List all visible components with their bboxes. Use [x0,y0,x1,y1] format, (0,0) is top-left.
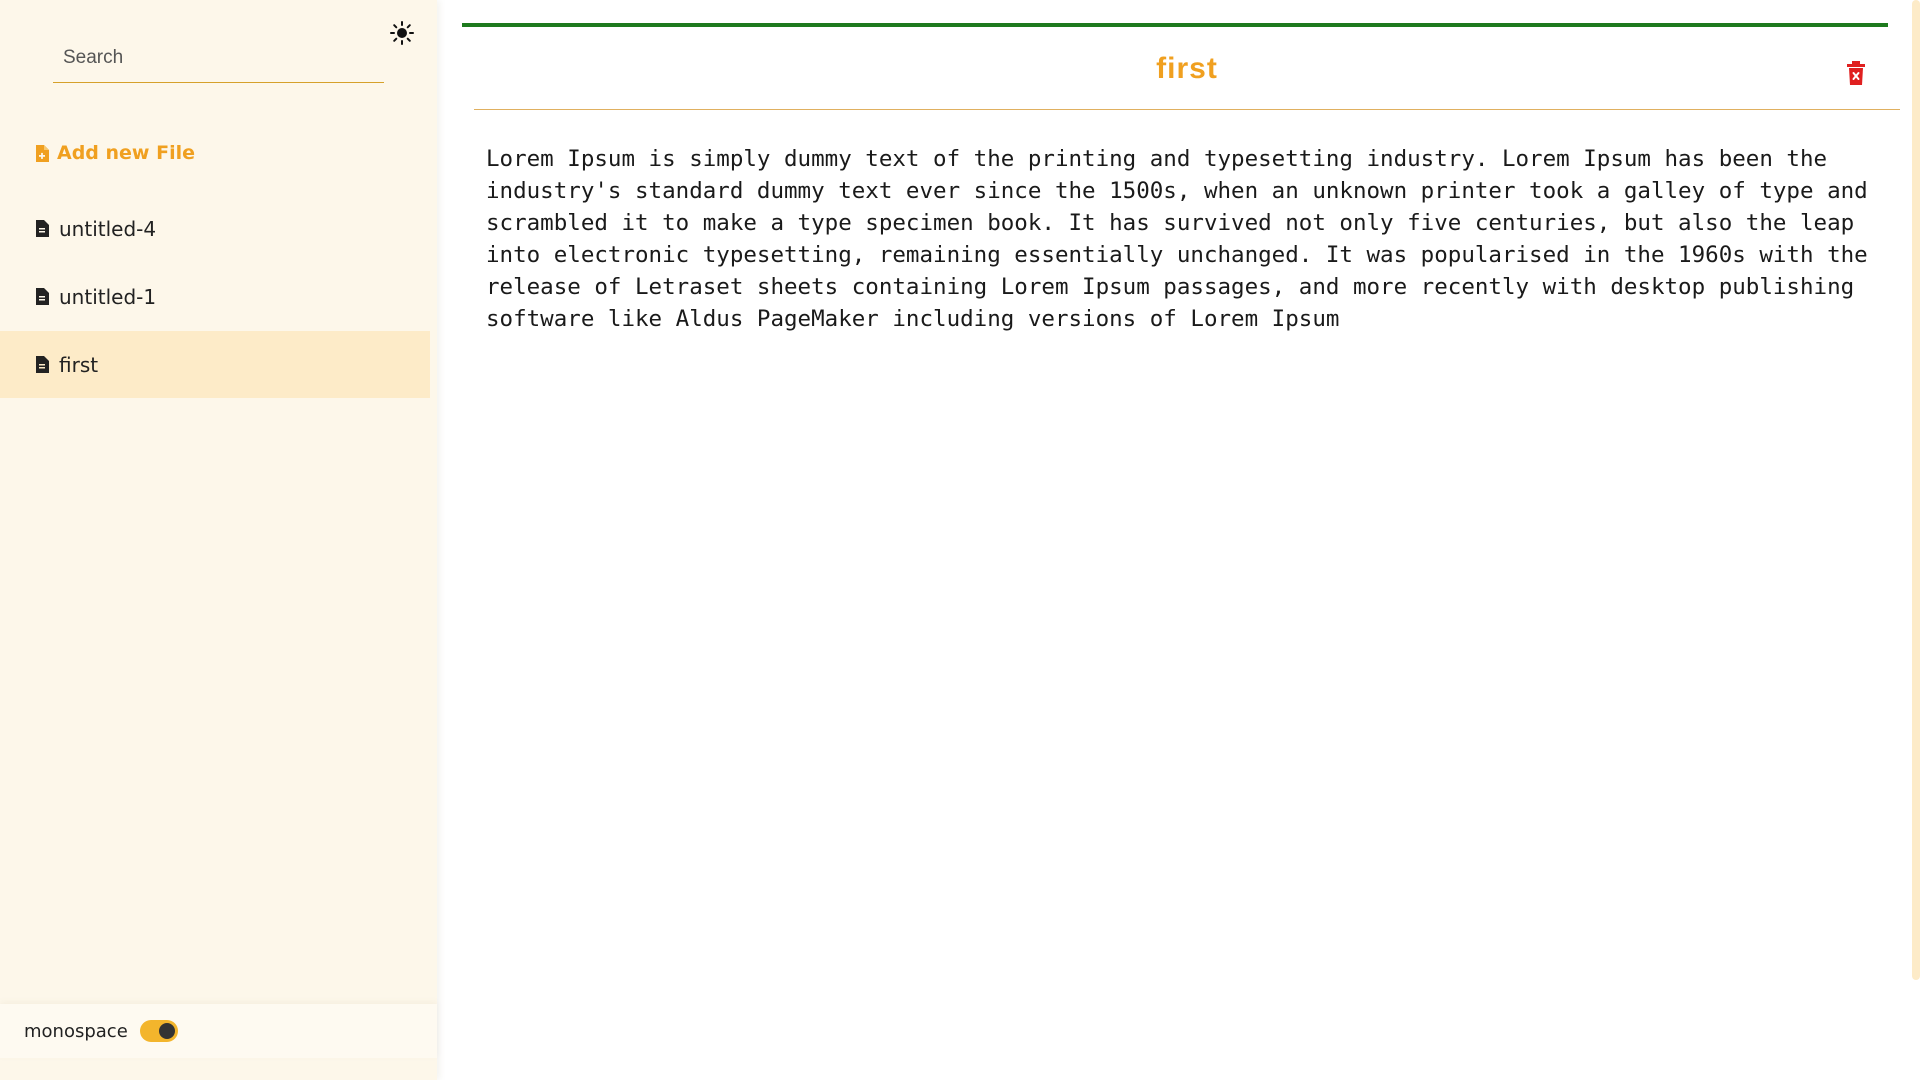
title-divider [474,109,1900,110]
app: Add new File untitled-4 untitled-1 [0,0,1920,1080]
sidebar: Add new File untitled-4 untitled-1 [0,0,437,1080]
add-new-file-label: Add new File [57,142,195,164]
file-icon [36,288,49,305]
search-box [53,38,384,83]
file-list: untitled-4 untitled-1 first [0,195,430,399]
editor: first Lorem Ipsum is simply dummy text o… [462,0,1900,1080]
file-item-label: untitled-1 [59,284,157,309]
file-item-untitled-4[interactable]: untitled-4 [0,195,430,262]
file-icon [36,220,49,237]
progress-bar [462,23,1888,27]
add-new-file-button[interactable]: Add new File [35,138,195,168]
monospace-toggle[interactable] [139,1020,178,1042]
toggle-knob [158,1023,175,1039]
editor-textarea[interactable]: Lorem Ipsum is simply dummy text of the … [486,143,1886,335]
document-title[interactable]: first [474,52,1900,86]
progress-fill [462,23,1888,27]
scrollbar[interactable] [1912,0,1920,980]
sidebar-footer: monospace [0,1004,437,1058]
file-add-icon [36,144,49,162]
sun-icon[interactable] [389,20,415,46]
file-item-label: untitled-4 [59,216,157,241]
trash-icon[interactable] [1846,61,1866,85]
file-icon [36,356,49,373]
monospace-label: monospace [24,1020,128,1042]
file-item-first[interactable]: first [0,331,430,398]
search-input[interactable] [53,38,384,78]
file-item-label: first [59,352,99,377]
file-item-untitled-1[interactable]: untitled-1 [0,263,430,330]
